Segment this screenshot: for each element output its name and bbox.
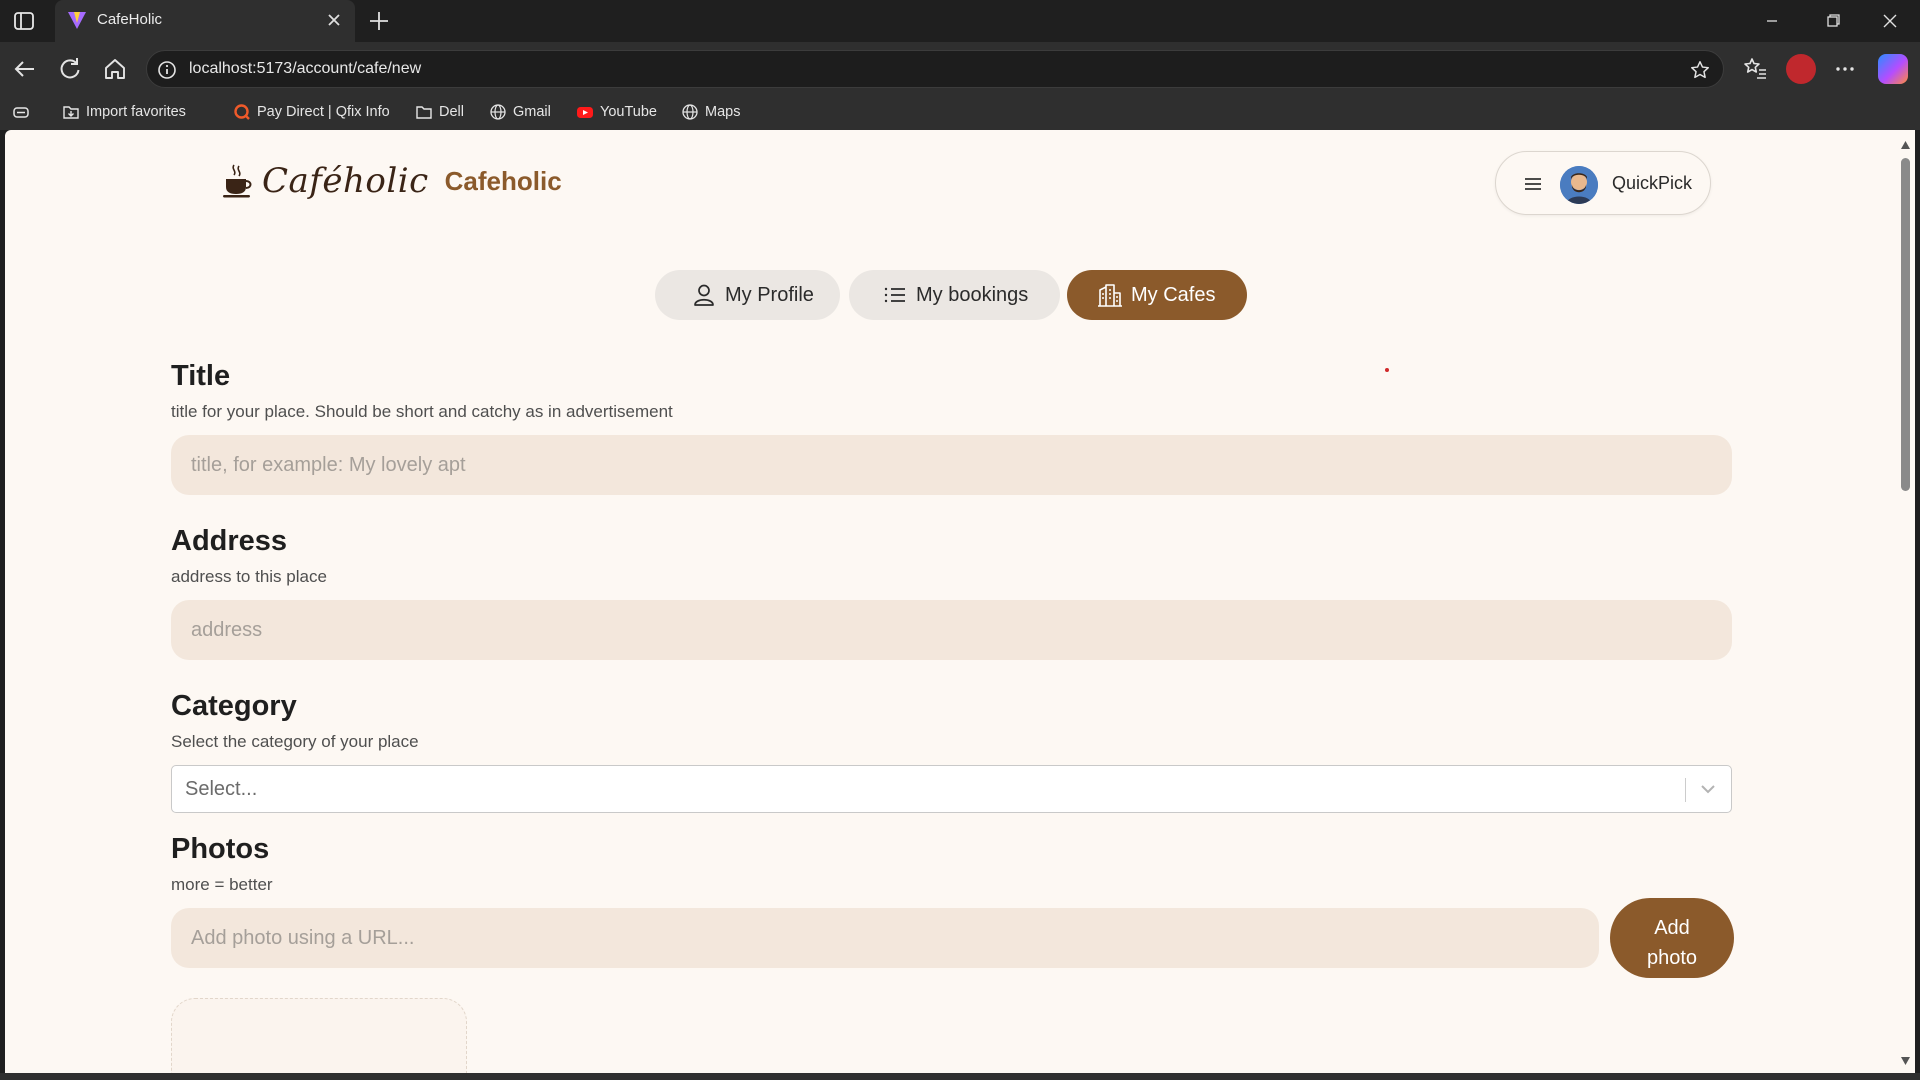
scroll-up-arrow-icon[interactable] bbox=[1900, 140, 1911, 150]
tab-my-cafes[interactable]: My Cafes bbox=[1067, 270, 1247, 320]
bookmark-maps[interactable]: Maps bbox=[681, 102, 740, 122]
scroll-down-arrow-icon[interactable] bbox=[1900, 1056, 1911, 1066]
close-tab-icon[interactable] bbox=[323, 9, 345, 31]
bookmarks-menu-icon[interactable] bbox=[12, 102, 30, 122]
favorites-icon[interactable] bbox=[1740, 53, 1770, 83]
page-scrollbar[interactable] bbox=[1896, 130, 1915, 1073]
title-heading: Title bbox=[171, 360, 231, 392]
browser-tab-bar: CafeHolic bbox=[0, 0, 1920, 42]
select-divider bbox=[1685, 778, 1686, 802]
browser-tab-active[interactable]: CafeHolic bbox=[55, 0, 355, 42]
back-arrow-icon[interactable] bbox=[10, 54, 40, 84]
qfix-icon bbox=[234, 104, 250, 120]
add-photo-label-1: Add bbox=[1654, 917, 1690, 939]
profile-avatar-icon[interactable] bbox=[1786, 54, 1816, 84]
cursor-dot bbox=[1385, 368, 1389, 372]
favorite-star-icon[interactable] bbox=[1689, 59, 1711, 81]
page-viewport: Caféholic Cafeholic QuickPick My Profile… bbox=[5, 130, 1896, 1073]
import-icon bbox=[63, 106, 79, 119]
tab-label: My bookings bbox=[916, 283, 1029, 306]
address-heading: Address bbox=[171, 525, 288, 557]
photo-upload-slot[interactable] bbox=[171, 998, 467, 1073]
window-bottom-border bbox=[0, 1073, 1920, 1080]
tab-actions-icon[interactable] bbox=[12, 9, 36, 33]
coffee-cup-icon bbox=[223, 164, 252, 198]
bookmark-gmail[interactable]: Gmail bbox=[489, 102, 551, 122]
globe-icon bbox=[682, 104, 698, 120]
address-input[interactable] bbox=[171, 600, 1732, 660]
address-bar[interactable]: localhost:5173/account/cafe/new bbox=[146, 50, 1724, 88]
bookmark-label: Maps bbox=[705, 104, 741, 120]
category-hint: Select the category of your place bbox=[171, 732, 419, 751]
tab-label: My Profile bbox=[725, 283, 814, 306]
vite-favicon-icon bbox=[67, 10, 87, 30]
bookmark-youtube[interactable]: YouTube bbox=[576, 102, 657, 122]
tab-my-bookings[interactable]: My bookings bbox=[849, 270, 1060, 320]
globe-icon bbox=[490, 104, 506, 120]
tab-my-profile[interactable]: My Profile bbox=[655, 270, 840, 320]
minimize-icon[interactable] bbox=[1752, 8, 1792, 34]
site-logo[interactable]: Caféholic Cafeholic bbox=[222, 158, 562, 204]
avatar bbox=[1560, 166, 1598, 204]
tab-title: CafeHolic bbox=[97, 11, 163, 28]
url-text[interactable]: localhost:5173/account/cafe/new bbox=[189, 60, 421, 78]
user-menu-button[interactable]: QuickPick bbox=[1495, 151, 1711, 215]
bookmark-label: Dell bbox=[439, 104, 464, 120]
building-icon bbox=[1098, 284, 1122, 307]
hamburger-menu-icon bbox=[1525, 178, 1541, 190]
address-hint: address to this place bbox=[171, 567, 327, 586]
user-icon bbox=[694, 284, 714, 306]
copilot-icon[interactable] bbox=[1878, 54, 1908, 84]
bookmark-label: YouTube bbox=[600, 104, 657, 120]
brand-name: Cafeholic bbox=[444, 165, 562, 196]
browser-toolbar: localhost:5173/account/cafe/new bbox=[0, 42, 1920, 94]
new-tab-button[interactable] bbox=[364, 6, 394, 36]
site-info-icon[interactable] bbox=[157, 60, 177, 80]
photos-hint: more = better bbox=[171, 875, 273, 894]
add-photo-button[interactable]: Add photo bbox=[1610, 898, 1734, 978]
category-select-placeholder: Select... bbox=[185, 778, 258, 800]
bookmark-import-favorites[interactable]: Import favorites bbox=[62, 102, 186, 122]
close-window-icon[interactable] bbox=[1870, 8, 1910, 34]
scrollbar-thumb[interactable] bbox=[1901, 158, 1910, 491]
reload-icon[interactable] bbox=[55, 54, 85, 84]
restore-icon[interactable] bbox=[1813, 8, 1853, 34]
bookmark-label: Import favorites bbox=[86, 104, 186, 120]
chevron-down-icon[interactable] bbox=[1697, 778, 1719, 800]
tab-label: My Cafes bbox=[1131, 283, 1216, 306]
user-name: QuickPick bbox=[1612, 173, 1693, 193]
category-select[interactable]: Select... bbox=[171, 765, 1732, 813]
home-icon[interactable] bbox=[100, 54, 130, 84]
bookmark-label: Pay Direct | Qfix Info bbox=[257, 104, 390, 120]
folder-icon bbox=[416, 106, 432, 119]
bookmarks-bar: Import favorites Pay Direct | Qfix Info … bbox=[0, 94, 1920, 130]
category-heading: Category bbox=[171, 690, 297, 722]
bookmark-dell[interactable]: Dell bbox=[415, 102, 464, 122]
add-photo-label-2: photo bbox=[1646, 947, 1698, 969]
photos-heading: Photos bbox=[171, 833, 270, 865]
youtube-icon bbox=[577, 107, 593, 118]
logo-script-text: Caféholic bbox=[262, 161, 429, 201]
photo-url-input[interactable] bbox=[171, 908, 1599, 968]
bookmark-pay-direct[interactable]: Pay Direct | Qfix Info bbox=[233, 102, 390, 122]
title-hint: title for your place. Should be short an… bbox=[171, 402, 673, 421]
title-input[interactable] bbox=[171, 435, 1732, 495]
more-options-icon[interactable] bbox=[1830, 54, 1860, 84]
bookmark-label: Gmail bbox=[513, 104, 551, 120]
list-icon bbox=[884, 287, 905, 303]
